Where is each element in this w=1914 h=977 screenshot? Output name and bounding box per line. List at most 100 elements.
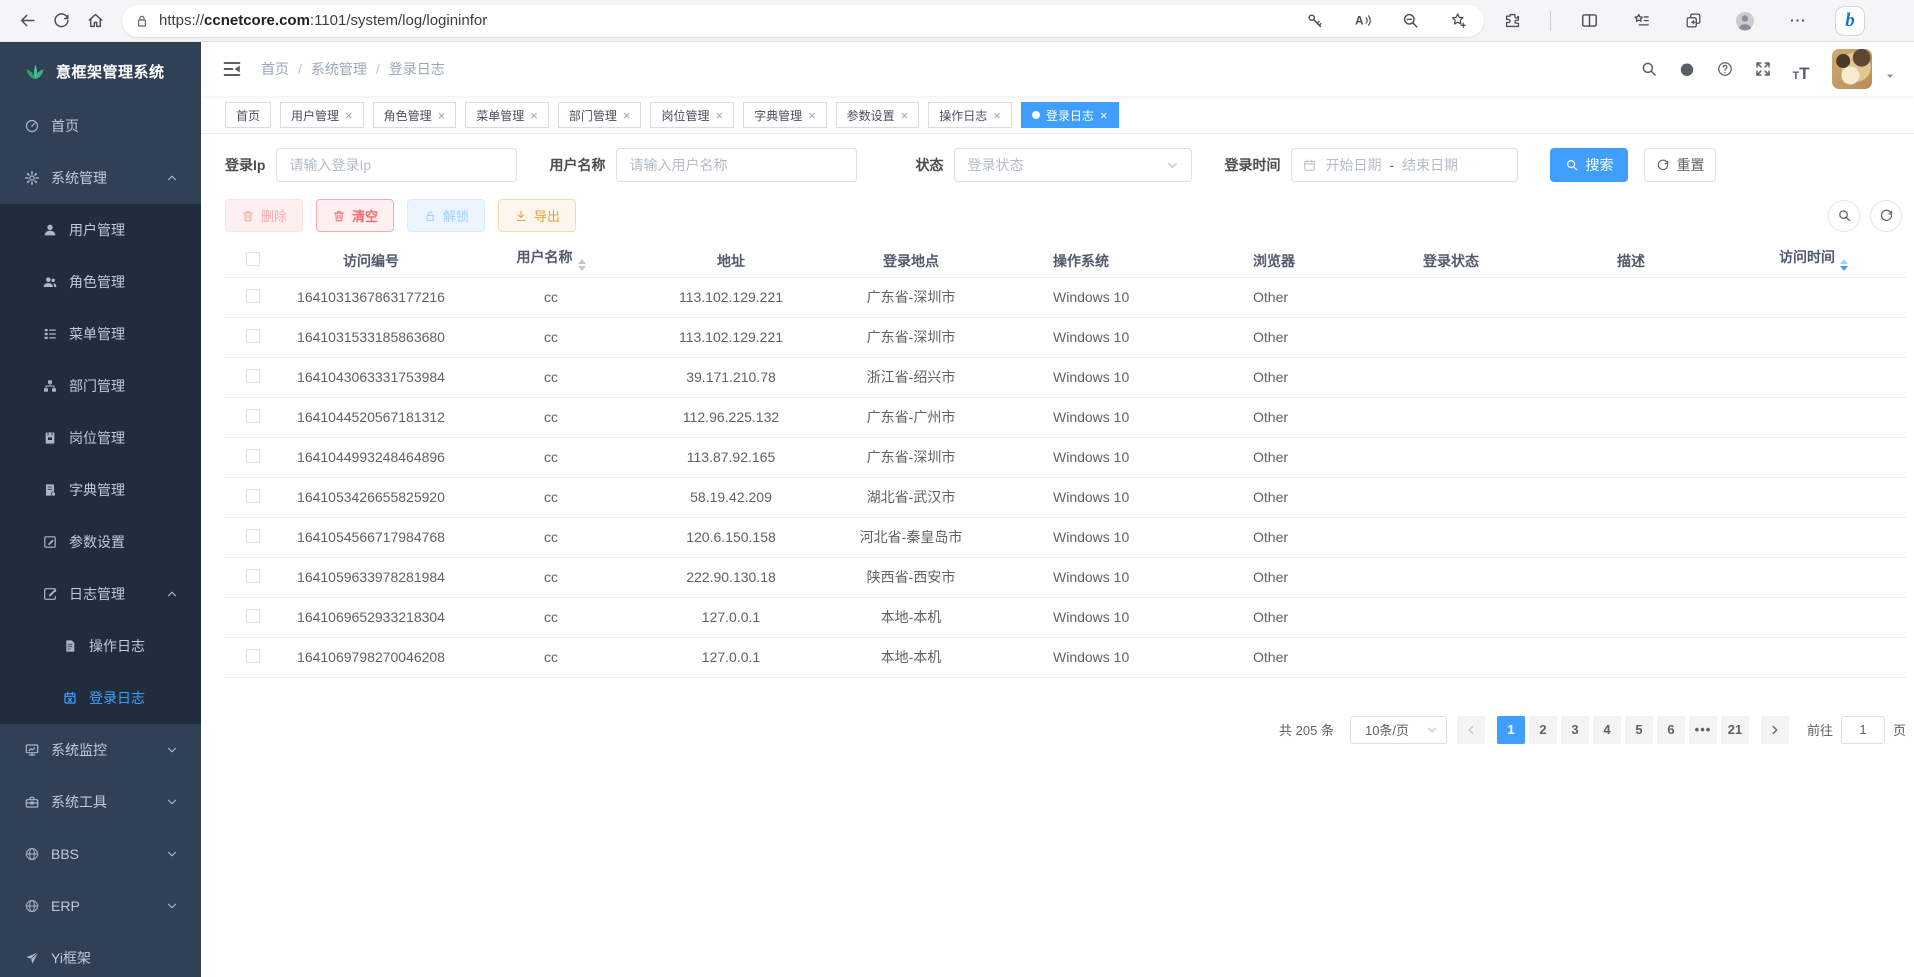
sidebar-item-12[interactable]: 系统监控: [0, 724, 201, 776]
page-button-2[interactable]: 2: [1529, 716, 1557, 744]
delete-button[interactable]: 删除: [225, 199, 303, 232]
password-key-button[interactable]: [1300, 7, 1328, 35]
close-tab-icon[interactable]: ×: [808, 109, 816, 122]
row-checkbox[interactable]: [246, 329, 260, 343]
row-checkbox[interactable]: [246, 649, 260, 663]
search-button[interactable]: 搜索: [1550, 148, 1628, 182]
favorites-button[interactable]: [1627, 7, 1655, 35]
row-checkbox[interactable]: [246, 409, 260, 423]
collections-button[interactable]: [1679, 7, 1707, 35]
sidebar-item-4[interactable]: 菜单管理: [0, 308, 201, 360]
sidebar-item-9[interactable]: 日志管理: [0, 568, 201, 620]
avatar-caret-down-icon[interactable]: [1884, 70, 1896, 82]
browser-profile-button[interactable]: [1731, 7, 1759, 35]
browser-menu-button[interactable]: [1783, 7, 1811, 35]
next-page-button[interactable]: [1761, 716, 1789, 744]
help-button[interactable]: [1712, 56, 1738, 82]
tab-5[interactable]: 岗位管理×: [650, 102, 734, 128]
close-tab-icon[interactable]: ×: [1100, 109, 1108, 122]
login-ip-input[interactable]: 请输入登录Ip: [276, 148, 517, 182]
column-header-1[interactable]: 用户名称: [461, 245, 641, 277]
row-checkbox[interactable]: [246, 289, 260, 303]
sidebar-item-2[interactable]: 用户管理: [0, 204, 201, 256]
sidebar-collapse-button[interactable]: [221, 58, 243, 80]
row-checkbox[interactable]: [246, 569, 260, 583]
select-all-checkbox[interactable]: [246, 252, 260, 266]
unlock-button[interactable]: 解锁: [407, 199, 485, 232]
page-button-6[interactable]: 6: [1657, 716, 1685, 744]
close-tab-icon[interactable]: ×: [715, 109, 723, 122]
tab-7[interactable]: 参数设置×: [836, 102, 920, 128]
tab-4[interactable]: 部门管理×: [558, 102, 642, 128]
sidebar-item-5[interactable]: 部门管理: [0, 360, 201, 412]
status-select[interactable]: 登录状态: [954, 148, 1192, 182]
sidebar-item-6[interactable]: 岗位管理: [0, 412, 201, 464]
font-size-button[interactable]: TT: [1788, 56, 1814, 82]
close-tab-icon[interactable]: ×: [993, 109, 1001, 122]
user-avatar[interactable]: [1832, 49, 1872, 89]
sidebar-item-10[interactable]: 操作日志: [0, 620, 201, 672]
total-count: 共 205 条: [1279, 720, 1334, 739]
page-button-1[interactable]: 1: [1497, 716, 1525, 744]
page-button-4[interactable]: 4: [1593, 716, 1621, 744]
column-header-8[interactable]: 访问时间: [1721, 245, 1906, 277]
add-favorite-button[interactable]: [1444, 7, 1472, 35]
github-link[interactable]: [1674, 56, 1700, 82]
tab-2[interactable]: 角色管理×: [373, 102, 457, 128]
tab-6[interactable]: 字典管理×: [743, 102, 827, 128]
sidebar-item-14[interactable]: BBS: [0, 828, 201, 880]
page-size-select[interactable]: 10条/页: [1350, 716, 1447, 744]
sidebar-item-13[interactable]: 系统工具: [0, 776, 201, 828]
tab-0[interactable]: 首页: [225, 102, 271, 128]
read-aloud-button[interactable]: A: [1348, 7, 1376, 35]
row-checkbox[interactable]: [246, 529, 260, 543]
close-tab-icon[interactable]: ×: [530, 109, 538, 122]
refresh-table-button[interactable]: [1870, 200, 1902, 232]
sidebar-item-0[interactable]: 首页: [0, 100, 201, 152]
extensions-button[interactable]: [1498, 7, 1526, 35]
page-button-5[interactable]: 5: [1625, 716, 1653, 744]
header-search-button[interactable]: [1636, 56, 1662, 82]
sidebar-item-7[interactable]: 字典管理: [0, 464, 201, 516]
close-tab-icon[interactable]: ×: [901, 109, 909, 122]
zoom-out-button[interactable]: [1396, 7, 1424, 35]
row-checkbox[interactable]: [246, 369, 260, 383]
row-checkbox[interactable]: [246, 609, 260, 623]
row-checkbox[interactable]: [246, 489, 260, 503]
page-ellipsis[interactable]: •••: [1689, 716, 1717, 744]
clear-button[interactable]: 清空: [316, 199, 394, 232]
sidebar-item-3[interactable]: 角色管理: [0, 256, 201, 308]
address-bar[interactable]: https://ccnetcore.com:1101/system/log/lo…: [122, 5, 1484, 37]
reset-button[interactable]: 重置: [1644, 148, 1716, 182]
browser-home-button[interactable]: [78, 4, 112, 38]
fullscreen-button[interactable]: [1750, 56, 1776, 82]
copilot-button[interactable]: b: [1835, 6, 1865, 36]
sidebar-item-8[interactable]: 参数设置: [0, 516, 201, 568]
tab-8[interactable]: 操作日志×: [928, 102, 1012, 128]
close-tab-icon[interactable]: ×: [623, 109, 631, 122]
sidebar-item-1[interactable]: 系统管理: [0, 152, 201, 204]
page-button-3[interactable]: 3: [1561, 716, 1589, 744]
sort-carets-icon[interactable]: [1840, 255, 1848, 275]
sidebar-item-16[interactable]: Yi框架: [0, 932, 201, 977]
browser-back-button[interactable]: [10, 4, 44, 38]
tab-1[interactable]: 用户管理×: [280, 102, 364, 128]
split-screen-button[interactable]: [1575, 7, 1603, 35]
close-tab-icon[interactable]: ×: [438, 109, 446, 122]
browser-refresh-button[interactable]: [44, 4, 78, 38]
show-search-toggle-button[interactable]: [1828, 200, 1860, 232]
tab-3[interactable]: 菜单管理×: [465, 102, 549, 128]
date-range-input[interactable]: 开始日期 - 结束日期: [1291, 148, 1518, 182]
page-button-21[interactable]: 21: [1721, 716, 1749, 744]
prev-page-button[interactable]: [1457, 716, 1485, 744]
breadcrumb-home[interactable]: 首页: [261, 59, 289, 79]
row-checkbox[interactable]: [246, 449, 260, 463]
user-name-input[interactable]: 请输入用户名称: [616, 148, 857, 182]
sidebar-item-11[interactable]: 登录日志: [0, 672, 201, 724]
goto-page-input[interactable]: 1: [1841, 716, 1885, 744]
sidebar-item-15[interactable]: ERP: [0, 880, 201, 932]
export-button[interactable]: 导出: [498, 199, 576, 232]
sort-carets-icon[interactable]: [578, 255, 586, 275]
close-tab-icon[interactable]: ×: [345, 109, 353, 122]
tab-9[interactable]: 登录日志×: [1021, 102, 1119, 128]
